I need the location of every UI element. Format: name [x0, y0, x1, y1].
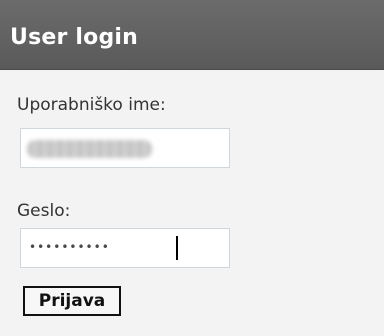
text-caret: [176, 236, 178, 260]
password-mask: ••••••••••: [29, 240, 110, 254]
login-block-title: User login: [10, 25, 138, 50]
password-field[interactable]: ••••••••••: [20, 228, 230, 268]
login-block-header: User login: [0, 0, 384, 70]
username-field[interactable]: [20, 128, 230, 168]
password-label: Geslo:: [17, 201, 71, 221]
username-label: Uporabniško ime:: [17, 95, 166, 115]
blurred-username-value: [27, 140, 152, 158]
login-submit-button[interactable]: Prijava: [23, 286, 121, 316]
